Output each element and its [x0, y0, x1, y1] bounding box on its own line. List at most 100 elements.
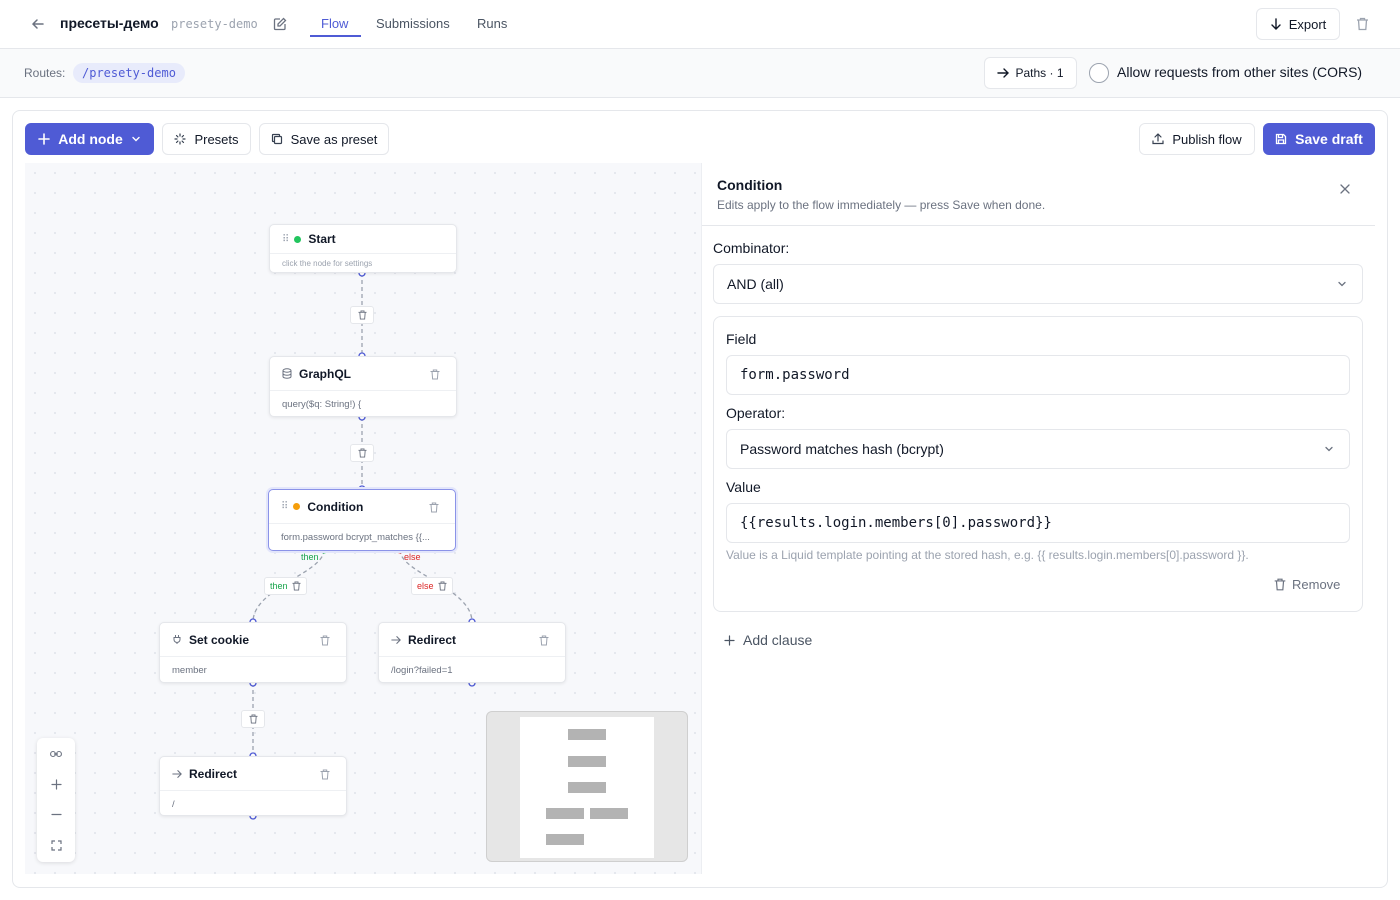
edge-delete-button[interactable]	[350, 444, 374, 462]
node-delete-button[interactable]	[430, 367, 440, 385]
export-label: Export	[1288, 16, 1327, 32]
node-subtitle: click the node for settings	[282, 259, 373, 268]
save-icon	[1275, 133, 1287, 145]
edge-delete-button[interactable]	[241, 710, 265, 728]
save-draft-label: Save draft	[1295, 131, 1363, 147]
else-chip-label: else	[417, 581, 434, 591]
combinator-label: Combinator:	[713, 240, 790, 256]
trash-icon	[429, 502, 439, 513]
delete-flow-button[interactable]	[1352, 14, 1372, 34]
edge-else-chip[interactable]: else	[411, 577, 453, 595]
routes-bar: Routes: /presety-demo Paths · 1 Allow re…	[0, 49, 1400, 98]
add-node-label: Add node	[58, 131, 123, 147]
drag-handle-icon[interactable]: ⠿	[281, 501, 288, 512]
drag-handle-icon[interactable]: ⠿	[282, 234, 289, 245]
node-delete-button[interactable]	[320, 767, 330, 785]
node-subtitle: query($q: String!) {	[282, 399, 362, 410]
combinator-value: AND (all)	[727, 276, 784, 292]
node-delete-button[interactable]	[429, 500, 439, 518]
tab-submissions[interactable]: Submissions	[376, 16, 450, 31]
tab-flow[interactable]: Flow	[321, 16, 348, 31]
fit-view-button[interactable]	[37, 830, 75, 860]
save-draft-button[interactable]: Save draft	[1263, 123, 1375, 155]
operator-label: Operator:	[726, 405, 786, 421]
add-clause-label: Add clause	[743, 632, 813, 648]
close-icon	[1340, 184, 1350, 194]
arrow-down-icon	[1271, 18, 1281, 30]
value-input[interactable]: {{results.login.members[0].password}}	[726, 503, 1350, 543]
node-delete-button[interactable]	[320, 633, 330, 651]
then-chip-label: then	[270, 581, 288, 591]
plus-icon	[38, 133, 51, 145]
page-title: пресеты-демо	[60, 15, 159, 31]
node-title: GraphQL	[299, 366, 352, 381]
minimap-node	[568, 782, 606, 793]
node-start[interactable]: ⠿ Start click the node for settings	[269, 224, 457, 273]
zoom-controls	[37, 738, 75, 862]
plug-icon	[173, 635, 181, 644]
node-delete-button[interactable]	[539, 633, 549, 651]
minimap-node	[568, 756, 606, 767]
node-title: Redirect	[189, 766, 238, 781]
status-dot	[293, 503, 301, 510]
node-redirect-home[interactable]: Redirect /	[159, 756, 347, 816]
edge-delete-button[interactable]	[350, 306, 374, 324]
minimap[interactable]	[486, 711, 688, 862]
minus-icon	[50, 813, 62, 815]
publish-flow-button[interactable]: Publish flow	[1139, 123, 1255, 155]
edit-title-button[interactable]	[270, 14, 290, 34]
node-title: Start	[308, 232, 336, 246]
arrow-right-icon	[391, 635, 401, 644]
fullscreen-icon	[50, 839, 62, 851]
node-condition[interactable]: ⠿ Condition form.password bcrypt_matches…	[268, 489, 456, 551]
operator-select[interactable]: Password matches hash (bcrypt)	[726, 429, 1350, 469]
loader-icon	[174, 133, 187, 145]
fit-link-button[interactable]	[37, 739, 75, 769]
cors-checkbox[interactable]	[1089, 63, 1109, 83]
chevron-down-icon	[1325, 446, 1333, 452]
node-graphql-header: GraphQL	[270, 357, 456, 391]
minimap-viewport[interactable]	[520, 717, 654, 858]
link-icon	[50, 750, 62, 758]
trash-icon	[539, 635, 549, 646]
arrow-right-icon	[997, 68, 1010, 78]
back-button[interactable]	[26, 12, 50, 36]
database-icon	[282, 368, 292, 379]
routes-label: Routes:	[24, 66, 66, 80]
minimap-node	[590, 808, 628, 819]
field-input[interactable]: form.password	[726, 355, 1350, 395]
route-chip[interactable]: /presety-demo	[73, 63, 185, 83]
node-condition-header: ⠿ Condition	[269, 490, 455, 524]
trash-icon	[291, 581, 301, 591]
node-subtitle: /login?failed=1	[391, 665, 453, 676]
trash-icon	[357, 448, 367, 458]
edit-icon	[273, 17, 287, 31]
close-panel-button[interactable]	[1337, 181, 1353, 197]
presets-button[interactable]: Presets	[162, 123, 251, 155]
node-subtitle: member	[172, 665, 207, 676]
remove-clause-button[interactable]: Remove	[1274, 577, 1340, 592]
trash-icon	[437, 581, 447, 591]
node-set-cookie-header: Set cookie	[160, 623, 346, 657]
arrow-left-icon	[31, 19, 44, 29]
zoom-out-button[interactable]	[37, 799, 75, 829]
combinator-select[interactable]: AND (all)	[713, 264, 1363, 304]
add-node-button[interactable]: Add node	[25, 123, 154, 155]
operator-value: Password matches hash (bcrypt)	[740, 441, 944, 457]
paths-label: Paths · 1	[1015, 66, 1064, 80]
node-start-header: ⠿ Start	[270, 225, 456, 254]
node-set-cookie[interactable]: Set cookie member	[159, 622, 347, 683]
then-label: then	[301, 552, 319, 562]
trash-icon	[320, 635, 330, 646]
paths-button[interactable]: Paths · 1	[984, 57, 1077, 89]
add-clause-button[interactable]: Add clause	[724, 632, 812, 648]
tab-runs[interactable]: Runs	[477, 16, 507, 31]
save-as-preset-button[interactable]: Save as preset	[259, 123, 389, 155]
edge-then-chip[interactable]: then	[264, 577, 307, 595]
export-button[interactable]: Export	[1256, 8, 1340, 40]
node-redirect-failed[interactable]: Redirect /login?failed=1	[378, 622, 566, 683]
panel-title: Condition	[717, 177, 783, 193]
node-graphql[interactable]: GraphQL query($q: String!) {	[269, 356, 457, 417]
divider	[702, 225, 1375, 226]
zoom-in-button[interactable]	[37, 769, 75, 799]
